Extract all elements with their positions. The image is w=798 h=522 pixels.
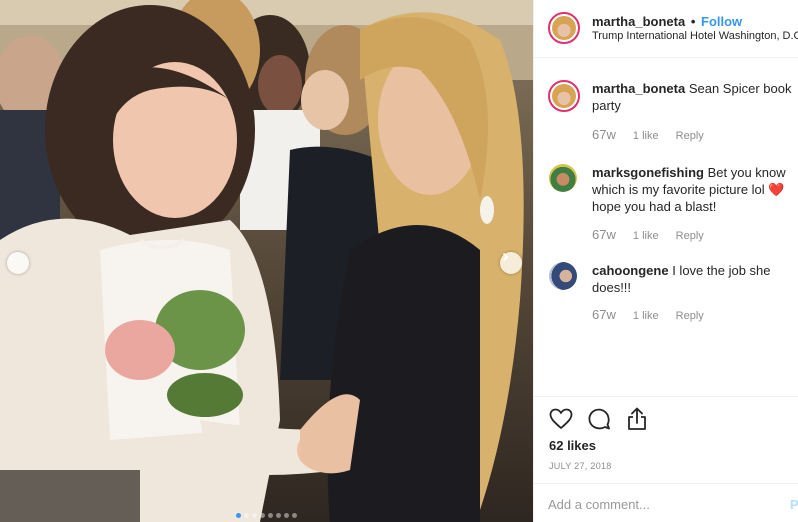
speech-bubble-icon (588, 408, 610, 430)
carousel-prev-button[interactable] (7, 252, 29, 274)
comment-message-continued: hope you had a blast! (592, 199, 717, 214)
avatar-image (552, 16, 576, 40)
comment-likes[interactable]: 1 like (633, 310, 659, 322)
comment-time[interactable]: 67w (592, 307, 616, 322)
comment-button[interactable] (586, 406, 612, 432)
red-heart-emoji: ❤️ (768, 182, 785, 197)
comment-meta: 67w 1 like Reply (592, 307, 718, 322)
comment-text: martha_boneta Sean Spicer book party (592, 80, 792, 114)
post-comment-button[interactable]: Post (790, 497, 798, 512)
chevron-left-icon (8, 252, 15, 262)
post-date[interactable]: JULY 27, 2018 (549, 461, 612, 471)
avatar-image (549, 262, 577, 290)
comment-likes[interactable]: 1 like (633, 230, 659, 242)
reply-button[interactable]: Reply (676, 130, 704, 142)
heart-outline-icon (549, 408, 573, 430)
comment-username[interactable]: cahoongene (592, 263, 669, 278)
comment-meta: 67w 1 like Reply (592, 227, 718, 242)
post-header: martha_boneta • Follow Trump Internation… (534, 0, 798, 58)
photo-scene (0, 0, 533, 522)
avatar[interactable] (549, 262, 577, 290)
carousel-dot (236, 513, 241, 518)
comment-meta: 67w 1 like Reply (592, 127, 718, 142)
comment-text: marksgonefishing Bet you know which is m… (592, 164, 792, 215)
comment-input[interactable] (548, 494, 768, 514)
post-side-panel: martha_boneta • Follow Trump Internation… (533, 0, 798, 522)
comment-time[interactable]: 67w (592, 127, 616, 142)
follow-button[interactable]: Follow (701, 14, 742, 29)
add-comment-bar: Post (534, 483, 798, 522)
comment-username[interactable]: marksgonefishing (592, 165, 704, 180)
comment-likes[interactable]: 1 like (633, 130, 659, 142)
header-separator: • (690, 14, 696, 29)
avatar-image (549, 164, 577, 192)
carousel-dot (268, 513, 273, 518)
like-button[interactable] (548, 406, 574, 432)
carousel-dot (276, 513, 281, 518)
location-link[interactable]: Trump International Hotel Washington, D.… (592, 30, 798, 42)
action-icons (548, 406, 650, 432)
chevron-right-icon (502, 252, 509, 262)
carousel-dot (244, 513, 249, 518)
carousel-indicator (0, 513, 533, 518)
share-button[interactable] (624, 406, 650, 432)
avatar[interactable] (548, 12, 580, 44)
post-actions: 62 likes JULY 27, 2018 Post (534, 396, 798, 522)
carousel-dot (292, 513, 297, 518)
comment-username[interactable]: martha_boneta (592, 81, 685, 96)
avatar[interactable] (549, 164, 577, 192)
comment-time[interactable]: 67w (592, 227, 616, 242)
likes-count[interactable]: 62 likes (549, 438, 596, 453)
avatar[interactable] (548, 80, 580, 112)
carousel-next-button[interactable] (500, 252, 522, 274)
comment-text: cahoongene I love the job she does!!! (592, 262, 792, 296)
reply-button[interactable]: Reply (676, 310, 704, 322)
carousel-dot (252, 513, 257, 518)
carousel-dot (260, 513, 265, 518)
reply-button[interactable]: Reply (676, 230, 704, 242)
header-username[interactable]: martha_boneta (592, 14, 685, 29)
avatar-image (552, 84, 576, 108)
carousel-dot (284, 513, 289, 518)
header-username-row: martha_boneta • Follow (592, 14, 742, 29)
post-photo (0, 0, 533, 522)
share-upload-icon (628, 407, 646, 430)
